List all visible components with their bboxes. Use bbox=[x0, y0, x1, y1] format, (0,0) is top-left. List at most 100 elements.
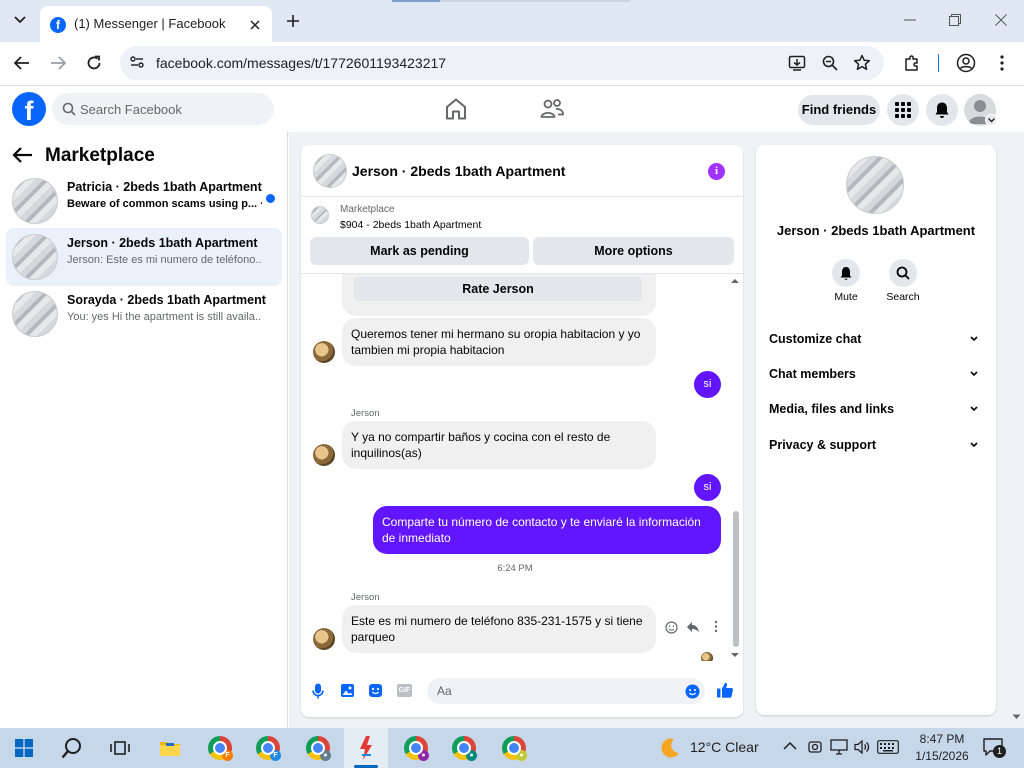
notifications-button[interactable] bbox=[926, 94, 958, 126]
scroll-down-arrow-icon[interactable] bbox=[730, 652, 740, 658]
close-tab-button[interactable] bbox=[246, 16, 264, 34]
microphone-icon[interactable] bbox=[312, 683, 324, 699]
plus-icon bbox=[287, 15, 299, 27]
chevron-down-icon bbox=[970, 371, 978, 377]
facebook-search[interactable] bbox=[52, 93, 274, 125]
reload-button[interactable] bbox=[82, 51, 106, 75]
scrollbar-thumb[interactable] bbox=[733, 511, 739, 647]
message-bubble-outgoing[interactable]: Comparte tu número de contacto y te envi… bbox=[373, 506, 721, 554]
message-thread[interactable]: Rate Jerson Queremos tener mi hermano su… bbox=[301, 273, 743, 661]
chrome-profile-button[interactable]: F bbox=[198, 728, 242, 768]
message-bubble-outgoing[interactable]: si bbox=[694, 371, 721, 398]
conversation-item[interactable]: Patricia · 2beds 1bath Apartment Beware … bbox=[6, 172, 282, 230]
close-window-button[interactable] bbox=[987, 8, 1015, 32]
customize-chat-section[interactable]: Customize chat bbox=[768, 324, 984, 354]
profile-button[interactable] bbox=[954, 51, 978, 75]
message-input[interactable] bbox=[437, 678, 677, 704]
chrome-profile-button[interactable]: ● bbox=[442, 728, 486, 768]
notification-center-button[interactable]: 1 bbox=[983, 738, 1006, 758]
clock-date[interactable]: 1/15/2026 bbox=[904, 749, 980, 763]
sender-avatar[interactable] bbox=[313, 444, 335, 466]
scroll-up-arrow-icon[interactable] bbox=[730, 278, 740, 284]
chrome-profile-button[interactable]: ● bbox=[394, 728, 438, 768]
weather-moon-icon[interactable] bbox=[658, 736, 682, 760]
sender-avatar[interactable] bbox=[313, 628, 335, 650]
facebook-logo[interactable]: f bbox=[12, 92, 46, 126]
reply-icon[interactable] bbox=[686, 620, 700, 634]
compose-box[interactable] bbox=[427, 678, 705, 704]
search-input[interactable] bbox=[80, 93, 268, 125]
active-browser-tab[interactable]: f (1) Messenger | Facebook bbox=[40, 6, 272, 42]
chat-avatar[interactable] bbox=[313, 154, 347, 188]
more-options-button[interactable]: More options bbox=[533, 237, 734, 265]
chrome-profile-button[interactable]: F bbox=[246, 728, 290, 768]
camera-tray-icon[interactable] bbox=[808, 739, 822, 755]
restore-window-button[interactable] bbox=[941, 8, 969, 32]
conversation-item-active[interactable]: Jerson · 2beds 1bath Apartment Jerson: E… bbox=[6, 228, 282, 286]
file-explorer-button[interactable] bbox=[148, 728, 192, 768]
gif-button[interactable]: GIF bbox=[397, 684, 412, 697]
page-scroll-down-arrow-icon[interactable] bbox=[1012, 714, 1021, 720]
zoom-icon[interactable] bbox=[821, 54, 839, 72]
tab-title: (1) Messenger | Facebook bbox=[74, 16, 226, 31]
rate-seller-button[interactable]: Rate Jerson bbox=[354, 277, 642, 301]
friends-icon bbox=[540, 99, 564, 118]
chat-members-section[interactable]: Chat members bbox=[768, 359, 984, 389]
chrome-profile-button[interactable]: ● bbox=[492, 728, 536, 768]
back-arrow-button[interactable] bbox=[12, 146, 36, 166]
chat-header: Jerson · 2beds 1bath Apartment i bbox=[301, 145, 743, 197]
media-files-links-section[interactable]: Media, files and links bbox=[768, 394, 984, 424]
new-tab-button[interactable] bbox=[282, 10, 304, 32]
site-info-icon[interactable] bbox=[129, 54, 145, 70]
account-chevron[interactable] bbox=[985, 114, 997, 126]
minimize-window-button[interactable] bbox=[896, 8, 924, 32]
volume-icon[interactable] bbox=[853, 739, 871, 755]
listing-thumbnail bbox=[12, 291, 58, 337]
address-bar[interactable]: facebook.com/messages/t/1772601193423217 bbox=[120, 46, 884, 80]
privacy-support-section[interactable]: Privacy & support bbox=[768, 430, 984, 460]
network-icon[interactable] bbox=[830, 739, 848, 755]
tab-search-button[interactable] bbox=[8, 8, 32, 32]
start-button[interactable] bbox=[2, 728, 46, 768]
message-bubble-outgoing[interactable]: si bbox=[694, 474, 721, 501]
more-actions-icon[interactable] bbox=[714, 620, 718, 633]
friends-nav-button[interactable] bbox=[539, 97, 565, 121]
back-button[interactable] bbox=[10, 51, 34, 75]
sender-avatar[interactable] bbox=[313, 341, 335, 363]
extensions-button[interactable] bbox=[900, 51, 924, 75]
search-label: Search bbox=[886, 291, 920, 303]
keyboard-icon[interactable] bbox=[877, 740, 899, 754]
show-hidden-icons-chevron-icon[interactable] bbox=[783, 741, 797, 751]
search-in-conversation-button[interactable]: Search bbox=[873, 259, 933, 303]
clock-time[interactable]: 8:47 PM bbox=[904, 732, 980, 746]
unread-dot bbox=[266, 194, 275, 203]
reload-icon bbox=[87, 55, 101, 70]
menu-grid-button[interactable] bbox=[887, 94, 919, 126]
task-view-button[interactable] bbox=[98, 728, 142, 768]
mark-as-pending-button[interactable]: Mark as pending bbox=[310, 237, 529, 265]
message-bubble-incoming[interactable]: Este es mi numero de teléfono 835-231-15… bbox=[342, 605, 656, 653]
install-app-icon[interactable] bbox=[788, 54, 806, 72]
conversation-item[interactable]: Sorayda · 2beds 1bath Apartment You: yes… bbox=[6, 285, 282, 343]
weather-text[interactable]: 12°C Clear bbox=[690, 739, 759, 755]
chrome-menu-button[interactable] bbox=[990, 51, 1014, 75]
photo-icon[interactable] bbox=[340, 683, 355, 698]
emoji-picker-icon[interactable] bbox=[685, 684, 700, 699]
listing-price-title[interactable]: $904 - 2beds 1bath Apartment bbox=[340, 219, 481, 231]
facebook-header: f Find friends bbox=[0, 86, 1024, 132]
active-app-button[interactable] bbox=[344, 728, 388, 768]
message-bubble-incoming[interactable]: Queremos tener mi hermano su oropia habi… bbox=[342, 318, 656, 366]
chrome-profile-button[interactable]: ● bbox=[296, 728, 340, 768]
message-bubble-incoming[interactable]: Y ya no compartir baños y cocina con el … bbox=[342, 421, 656, 469]
find-friends-button[interactable]: Find friends bbox=[798, 95, 880, 125]
info-icon[interactable]: i bbox=[708, 163, 725, 180]
mute-button[interactable]: Mute bbox=[816, 259, 876, 303]
thumbs-up-icon[interactable] bbox=[716, 681, 734, 699]
home-nav-button[interactable] bbox=[443, 97, 469, 121]
bookmark-star-icon[interactable] bbox=[853, 54, 871, 72]
search-taskbar-button[interactable] bbox=[50, 728, 94, 768]
react-emoji-icon[interactable] bbox=[665, 621, 678, 634]
chat-title[interactable]: Jerson · 2beds 1bath Apartment bbox=[352, 163, 565, 179]
sticker-icon[interactable] bbox=[368, 683, 383, 698]
forward-button[interactable] bbox=[46, 51, 70, 75]
